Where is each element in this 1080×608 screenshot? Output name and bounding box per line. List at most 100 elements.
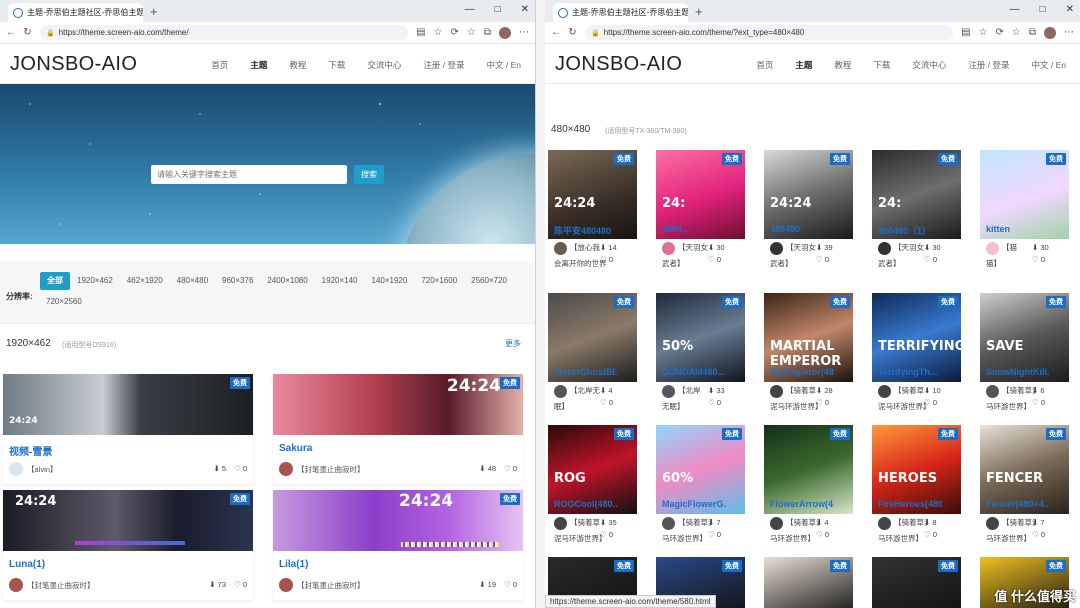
nav-tutorials[interactable]: 教程 <box>834 59 851 71</box>
filter-option[interactable]: 140×1920 <box>365 272 415 290</box>
menu-icon[interactable]: ⋯ <box>1064 27 1074 38</box>
theme-card[interactable]: 24:24 免费 视频-雪景 【alvin】 ⬇ 5 ♡ 0 <box>3 374 253 484</box>
theme-card[interactable]: 24:24 免费 Lila(1) 【封笔墨止曲寂时】 ⬇ 19 ♡ 0 <box>273 490 523 600</box>
filter-option[interactable]: 720×2560 <box>39 293 89 311</box>
nav-home[interactable]: 首页 <box>756 59 773 71</box>
theme-name[interactable]: 480480（1） <box>878 224 942 237</box>
close-window-icon[interactable]: ✕ <box>521 4 529 15</box>
reader-icon[interactable]: ▤ <box>961 27 970 38</box>
theme-card[interactable]: 24:24 免费 陈平安480480 【放心我 会离开你的世界 ⬇ 14 ♡ 0 <box>548 150 637 282</box>
theme-card[interactable]: SAVE 免费 SnowNightKill... 【骑着草泥 马环游世界】 ⬇ 6 ♡ 0 <box>980 293 1069 425</box>
filter-option[interactable]: 1920×140 <box>315 272 365 290</box>
nav-community[interactable]: 交流中心 <box>367 59 401 71</box>
theme-name[interactable]: TerrifyingTh... <box>878 367 942 377</box>
theme-card[interactable]: 24: 免费 480480（1） 【天羽女 武者】 ⬇ 30 ♡ 0 <box>872 150 961 282</box>
filter-option[interactable]: 720×1600 <box>414 272 464 290</box>
nav-language[interactable]: 中文 / En <box>1032 59 1066 71</box>
filter-all[interactable]: 全部 <box>40 272 70 290</box>
theme-card[interactable]: HEROES免费FireHeroes(480...【骑着草泥马环游世界】⬇ 8♡… <box>872 425 961 557</box>
refresh-icon[interactable]: ↻ <box>568 27 577 38</box>
favorites-icon[interactable]: ☆ <box>467 27 476 38</box>
url-field[interactable]: 🔒 https://theme.screen-aio.com/theme/ <box>40 25 409 40</box>
close-window-icon[interactable]: ✕ <box>1066 4 1074 15</box>
theme-name[interactable]: SnowNightKill... <box>986 367 1050 377</box>
theme-card[interactable]: TERRIFYING 免费 TerrifyingTh... 【骑着草 泥马环游世界】 ⬇ … <box>872 293 961 425</box>
theme-card[interactable]: 免费 TerrorGhostBl... 【北岸无 眠】 ⬇ 4 ♡ 0 <box>548 293 637 425</box>
minimize-icon[interactable]: — <box>1010 4 1020 15</box>
theme-card[interactable]: 24:24 免费 Luna(1) 【封笔墨止曲寂时】 ⬇ 73 ♡ 0 <box>3 490 253 600</box>
maximize-icon[interactable]: □ <box>495 4 501 15</box>
filter-option[interactable]: 2560×720 <box>464 272 514 290</box>
new-tab-icon[interactable]: + <box>150 4 158 19</box>
collections-icon[interactable]: ⧉ <box>484 27 491 38</box>
theme-name[interactable]: FireHeroes(480... <box>878 499 942 509</box>
nav-themes[interactable]: 主题 <box>795 59 812 71</box>
theme-card[interactable]: FENCER 免费 Fencer(480×4... 【骑着草泥 马环游世界】 ⬇ 7 ♡ 0 <box>980 425 1069 557</box>
star-icon[interactable]: ☆ <box>979 27 988 38</box>
theme-card[interactable]: 24:24 免费 480480 【天羽女 武者】 ⬇ 39 ♡ 0 <box>764 150 853 282</box>
profile-avatar[interactable] <box>499 26 511 39</box>
theme-name[interactable]: 视频-雪景 <box>9 443 52 458</box>
nav-login[interactable]: 注册 / 登录 <box>968 59 1009 71</box>
nav-tutorials[interactable]: 教程 <box>289 59 306 71</box>
theme-name[interactable]: Luna(1) <box>9 559 45 570</box>
filter-option[interactable]: 462×1920 <box>120 272 170 290</box>
minimize-icon[interactable]: — <box>465 4 475 15</box>
maximize-icon[interactable]: □ <box>1040 4 1046 15</box>
browser-tab[interactable]: 主题-乔思伯主题社区-乔思伯主题... ✕ <box>553 3 688 22</box>
theme-card-partial[interactable]: 免费 <box>764 557 853 608</box>
theme-card[interactable]: 免费 kitten 【猫 猫】 ⬇ 30 ♡ 0 <box>980 150 1069 282</box>
refresh-icon[interactable]: ↻ <box>23 27 32 38</box>
star-icon[interactable]: ☆ <box>434 27 443 38</box>
theme-name[interactable]: 陈平安480480 <box>554 224 618 237</box>
extensions-icon[interactable]: ⟳ <box>451 27 459 38</box>
theme-card[interactable]: 24: 免费 4804... 【天羽女 武者】 ⬇ 30 ♡ 0 <box>656 150 745 282</box>
theme-name[interactable]: FlowerArrow(4... <box>770 499 834 509</box>
reader-icon[interactable]: ▤ <box>416 27 425 38</box>
theme-card[interactable]: MARTIAL EMPEROR 免费 WuEmperor(48... 【骑着草泥马环游… <box>764 293 853 425</box>
nav-language[interactable]: 中文 / En <box>487 59 521 71</box>
new-tab-icon[interactable]: + <box>695 4 703 19</box>
theme-name[interactable]: MagicFlowerG... <box>662 499 726 509</box>
theme-name[interactable]: 4804... <box>662 224 726 234</box>
search-button[interactable]: 搜索 <box>354 165 384 184</box>
nav-community[interactable]: 交流中心 <box>912 59 946 71</box>
menu-icon[interactable]: ⋯ <box>519 27 529 38</box>
nav-themes[interactable]: 主题 <box>250 59 267 71</box>
theme-card[interactable]: 免费 FlowerArrow(4... 【骑着草泥 马环游世界】 ⬇ 4 ♡ 0 <box>764 425 853 557</box>
nav-download[interactable]: 下载 <box>328 59 345 71</box>
theme-card[interactable]: 50% 免费 GUNDAM480... 【北岸 无眠】 ⬇ 33 ♡ 0 <box>656 293 745 425</box>
search-input[interactable] <box>151 165 347 184</box>
theme-name[interactable]: Fencer(480×4... <box>986 499 1050 509</box>
back-icon[interactable]: ← <box>551 27 561 38</box>
more-link[interactable]: 更多 <box>505 338 521 349</box>
favorites-icon[interactable]: ☆ <box>1012 27 1021 38</box>
site-logo[interactable]: JONSBO-AIO <box>10 53 137 76</box>
profile-avatar[interactable] <box>1044 26 1056 39</box>
nav-home[interactable]: 首页 <box>211 59 228 71</box>
theme-card-partial[interactable]: 免费 <box>872 557 961 608</box>
theme-card[interactable]: 24:24 免费 Sakura 【封笔墨止曲寂时】 ⬇ 48 ♡ 0 <box>273 374 523 484</box>
filter-option[interactable]: 480×480 <box>170 272 215 290</box>
theme-name[interactable]: TerrorGhostBl... <box>554 367 618 377</box>
theme-card[interactable]: 60% 免费 MagicFlowerG... 【骑着草泥 马环游世界】 ⬇ 7 ♡ 0 <box>656 425 745 557</box>
theme-name[interactable]: ROGCool(480... <box>554 499 618 509</box>
nav-login[interactable]: 注册 / 登录 <box>423 59 464 71</box>
browser-tab[interactable]: 主题-乔思伯主题社区-乔思伯主题... ✕ <box>8 3 143 22</box>
site-logo[interactable]: JONSBO-AIO <box>555 53 682 76</box>
theme-name[interactable]: 480480 <box>770 224 834 234</box>
theme-name[interactable]: WuEmperor(48... <box>770 367 834 377</box>
theme-name[interactable]: GUNDAM480... <box>662 367 726 377</box>
theme-name[interactable]: kitten <box>986 224 1050 234</box>
theme-name[interactable]: Sakura <box>279 443 312 454</box>
extensions-icon[interactable]: ⟳ <box>996 27 1004 38</box>
nav-download[interactable]: 下载 <box>873 59 890 71</box>
filter-option[interactable]: 1920×462 <box>70 272 120 290</box>
collections-icon[interactable]: ⧉ <box>1029 27 1036 38</box>
theme-name[interactable]: Lila(1) <box>279 559 308 570</box>
filter-option[interactable]: 2400×1080 <box>260 272 314 290</box>
url-field[interactable]: 🔒 https://theme.screen-aio.com/theme/?ex… <box>585 25 954 40</box>
back-icon[interactable]: ← <box>6 27 16 38</box>
filter-option[interactable]: 960×376 <box>215 272 260 290</box>
theme-card[interactable]: ROG 免费 ROGCool(480... 【骑着草 泥马环游世界】 ⬇ 35 ♡ 0 <box>548 425 637 557</box>
